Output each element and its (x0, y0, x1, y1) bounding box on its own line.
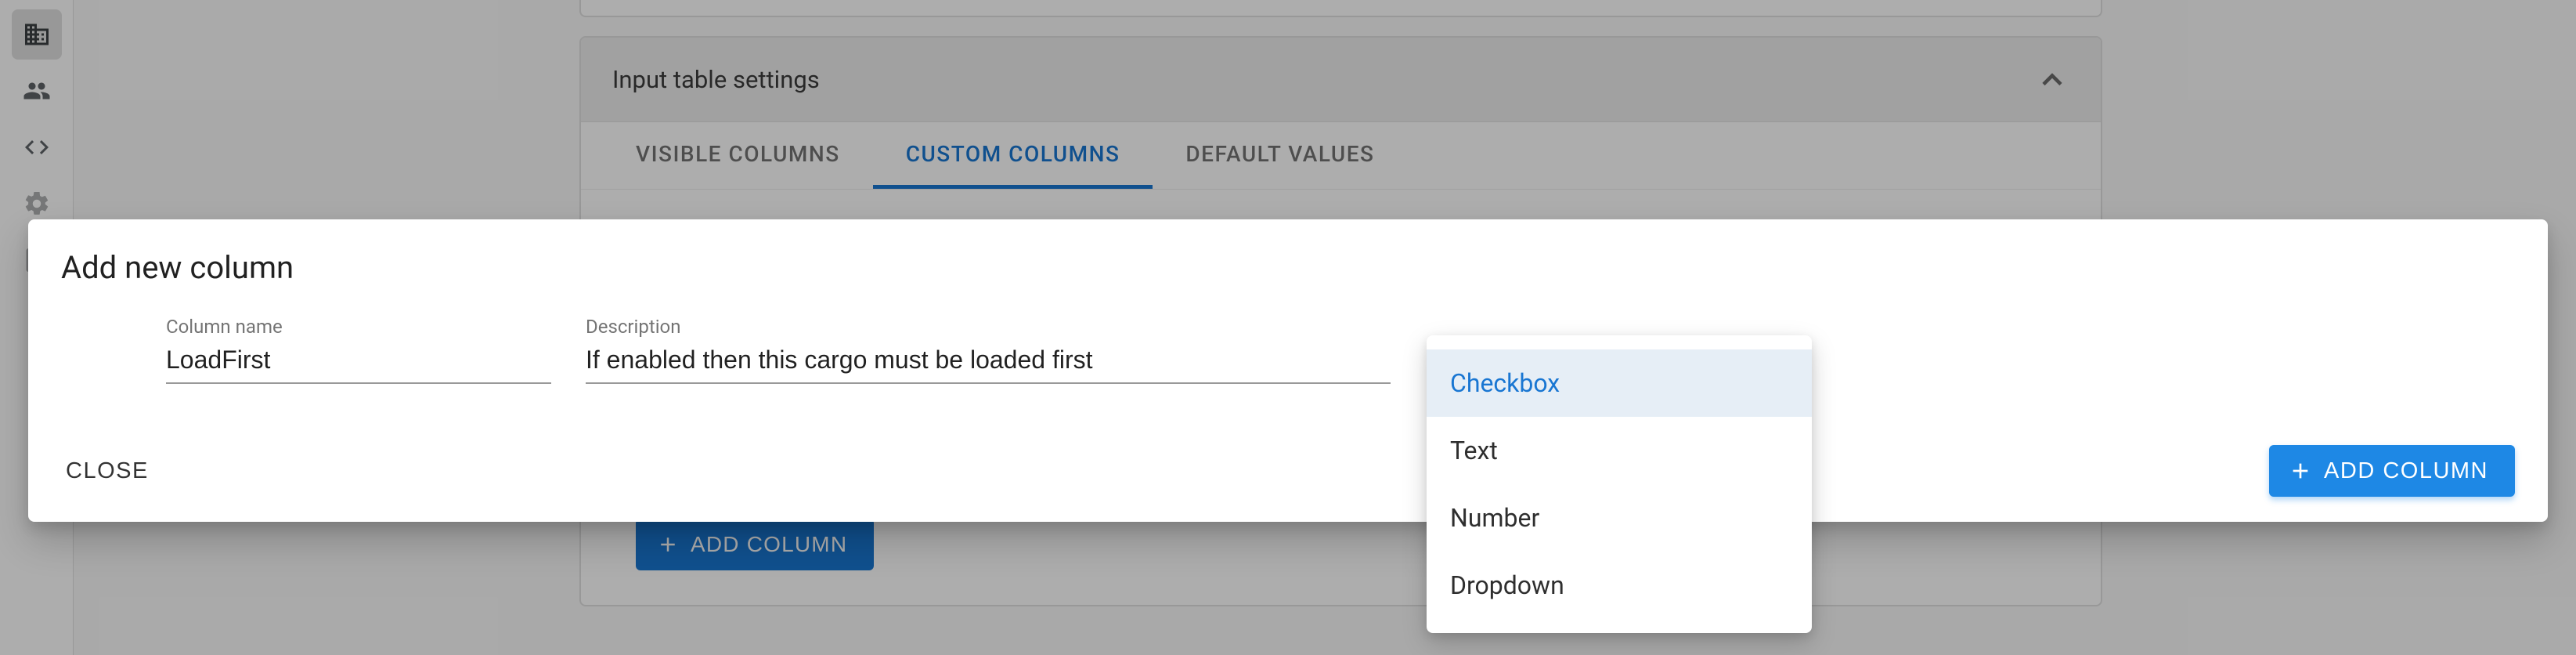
add-column-dialog: Add new column Column name Description C… (28, 219, 2548, 522)
close-button[interactable]: CLOSE (61, 447, 153, 495)
type-option-number[interactable]: Number (1427, 484, 1812, 552)
add-column-label: ADD COLUMN (2324, 458, 2488, 484)
description-input[interactable] (586, 342, 1391, 384)
description-field: Description (586, 316, 1391, 384)
type-option-checkbox[interactable]: Checkbox (1427, 349, 1812, 417)
dialog-title: Add new column (61, 249, 2515, 286)
column-name-field: Column name (166, 316, 551, 384)
dialog-actions: CLOSE ADD COLUMN (61, 445, 2515, 497)
dialog-form-row: Column name Description (61, 316, 2515, 384)
description-label: Description (586, 316, 1391, 338)
add-column-button[interactable]: ADD COLUMN (2269, 445, 2515, 497)
column-name-label: Column name (166, 316, 551, 338)
column-name-input[interactable] (166, 342, 551, 384)
type-option-dropdown[interactable]: Dropdown (1427, 552, 1812, 619)
type-dropdown-menu: Checkbox Text Number Dropdown (1427, 335, 1812, 633)
type-option-text[interactable]: Text (1427, 417, 1812, 484)
plus-icon (2288, 458, 2313, 483)
